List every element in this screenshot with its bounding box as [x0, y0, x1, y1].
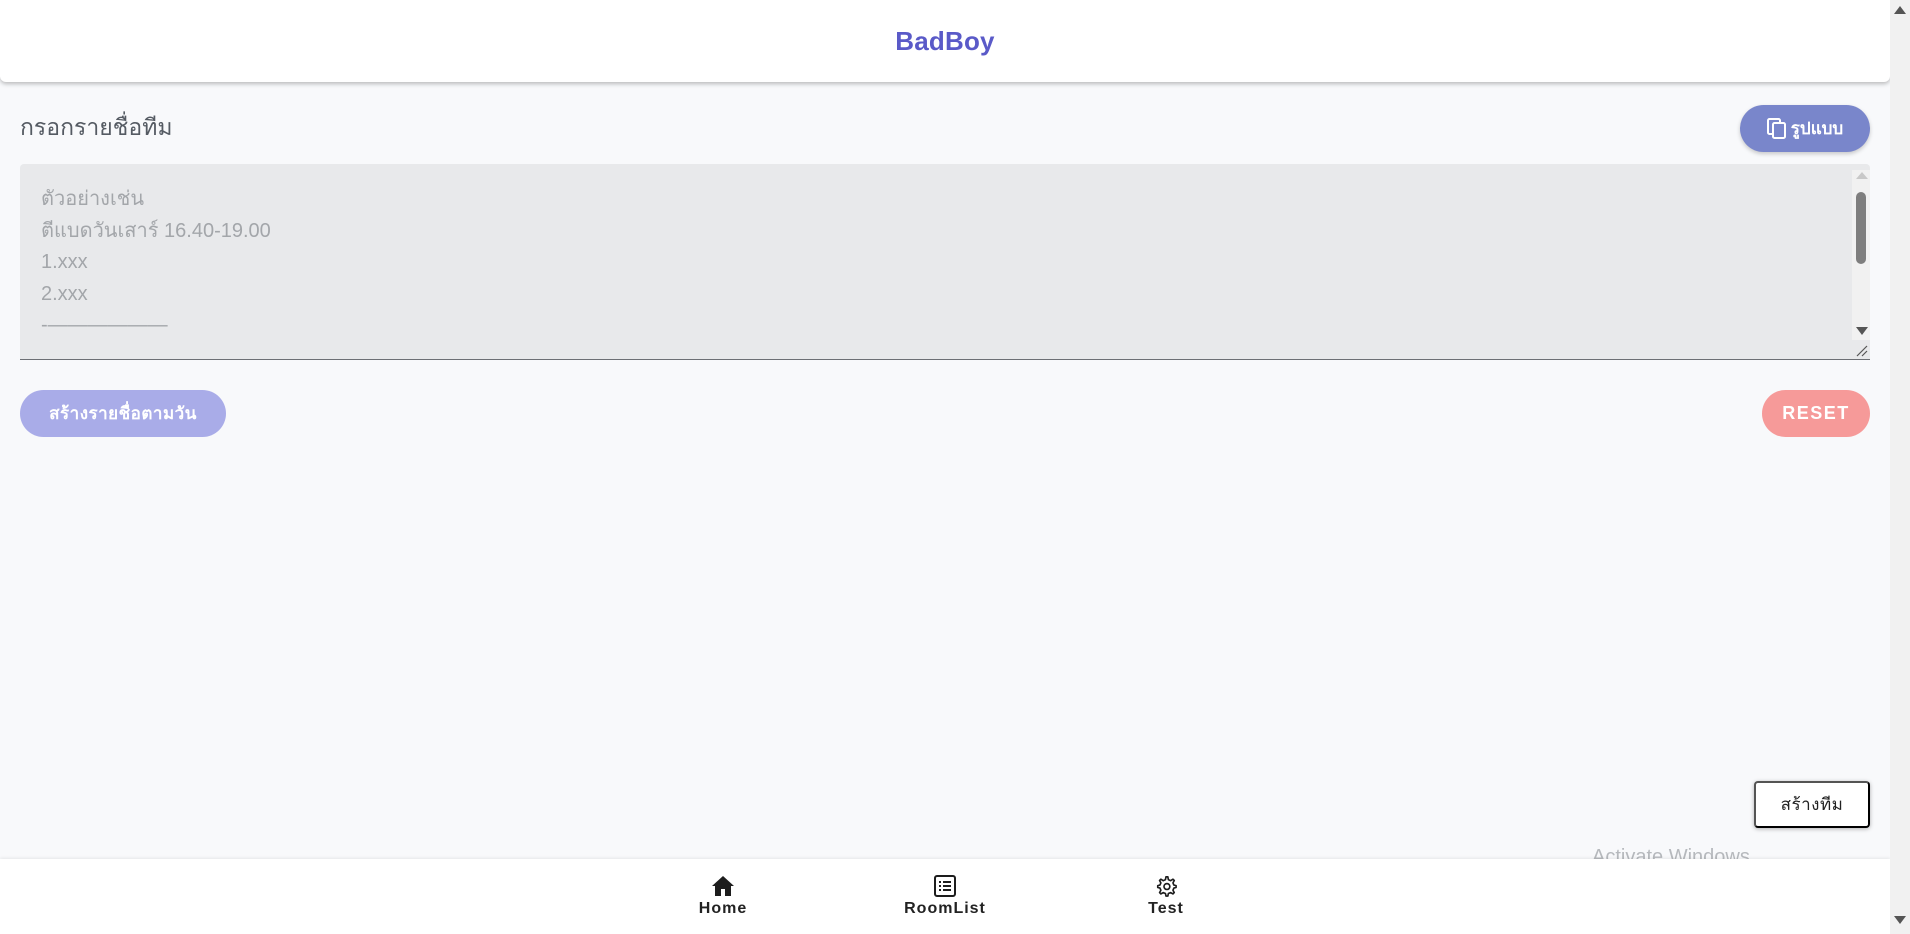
create-team-button[interactable]: สร้างทีม — [1754, 781, 1870, 828]
page-scroll-up-icon[interactable] — [1894, 6, 1906, 14]
nav-item-roomlist[interactable]: RoomList — [885, 875, 1005, 918]
app-viewport: BadBoy กรอกรายชื่อทีม รูปแบบ ตัวอย่างเช่… — [0, 0, 1890, 934]
gear-icon — [1154, 875, 1178, 897]
home-icon — [711, 875, 735, 897]
placeholder-line: 1.xxx — [41, 251, 88, 273]
resize-grip-icon[interactable] — [1854, 343, 1868, 357]
nav-item-test[interactable]: Test — [1106, 875, 1226, 918]
page-scrollbar[interactable] — [1890, 0, 1910, 934]
team-list-textarea[interactable]: ตัวอย่างเช่นตีแบดวันเสาร์ 16.40-19.00 1.x… — [20, 164, 1870, 360]
placeholder-line: ตีแบดวันเสาร์ 16.40-19.00 — [41, 219, 271, 242]
reset-button[interactable]: RESET — [1762, 390, 1870, 437]
page-scroll-down-icon[interactable] — [1894, 916, 1906, 924]
nav-label-roomlist: RoomList — [904, 900, 986, 917]
scroll-up-arrow-icon[interactable] — [1856, 172, 1868, 179]
textarea-scroll-thumb[interactable] — [1856, 192, 1866, 264]
list-icon — [933, 875, 957, 897]
placeholder-line: 2.xxx — [41, 282, 88, 305]
top-app-bar: BadBoy — [0, 0, 1890, 82]
placeholder-line: ตัวอย่างเช่น — [41, 188, 145, 210]
nav-label-home: Home — [698, 900, 748, 917]
app-window: BadBoy กรอกรายชื่อทีม รูปแบบ ตัวอย่างเช่… — [0, 0, 1910, 934]
copy-icon — [1766, 117, 1787, 140]
format-button[interactable]: รูปแบบ — [1740, 105, 1870, 152]
create-by-day-button[interactable]: สร้างรายชื่อตามวัน — [20, 390, 226, 437]
textarea-placeholder: ตัวอย่างเช่นตีแบดวันเสาร์ 16.40-19.00 1.x… — [41, 184, 271, 342]
scroll-down-arrow-icon[interactable] — [1856, 327, 1868, 335]
app-title: BadBoy — [895, 25, 995, 56]
team-list-label: กรอกรายชื่อทีม — [20, 114, 173, 140]
format-button-label: รูปแบบ — [1790, 119, 1844, 139]
nav-item-home[interactable]: Home — [663, 875, 783, 918]
placeholder-line: -—————— — [41, 314, 168, 336]
bottom-navigation: Home RoomList Test — [0, 859, 1890, 934]
textarea-scrollbar[interactable] — [1852, 170, 1870, 340]
nav-label-test: Test — [1148, 900, 1184, 917]
